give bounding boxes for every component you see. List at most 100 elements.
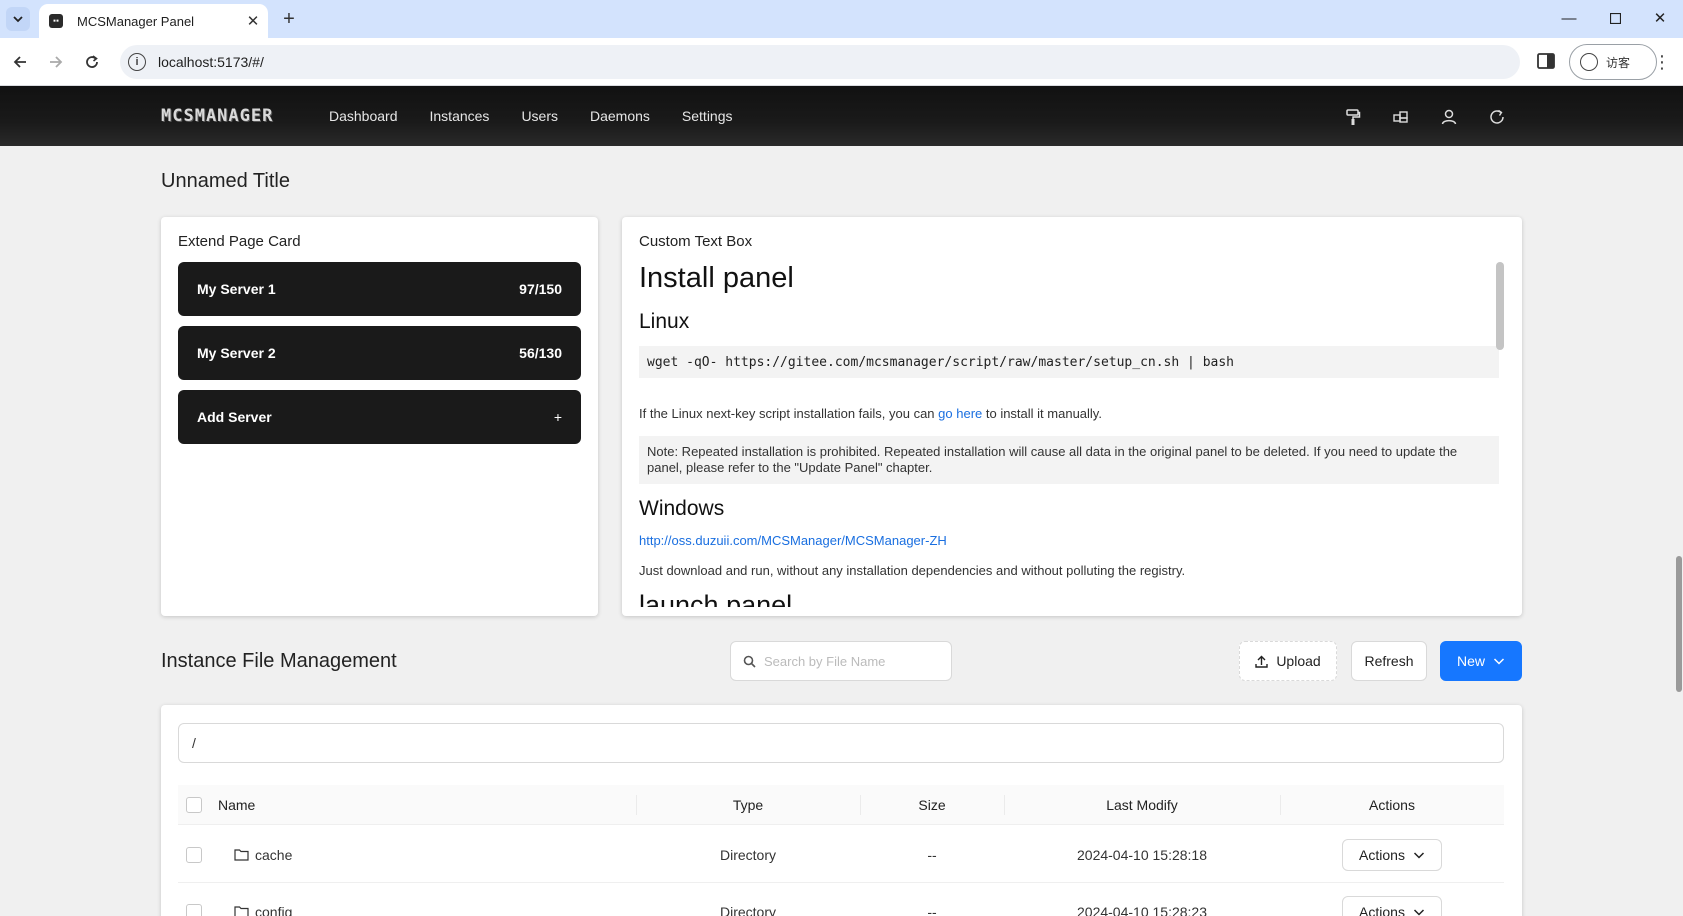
heading-launch-panel: launch panel bbox=[639, 590, 793, 607]
reload-icon bbox=[86, 55, 98, 68]
browser-tab-active[interactable]: ▪▪ MCSManager Panel ✕ bbox=[39, 4, 268, 38]
row-actions-button[interactable]: Actions bbox=[1342, 895, 1442, 916]
column-actions: Actions bbox=[1369, 797, 1415, 813]
card-title: Custom Text Box bbox=[639, 233, 753, 250]
browser-tab-strip: ▪▪ MCSManager Panel ✕ + — ✕ bbox=[0, 0, 1683, 38]
layout-edit-icon[interactable] bbox=[1392, 108, 1410, 126]
file-modified: 2024-04-10 15:28:18 bbox=[1077, 846, 1207, 863]
column-type[interactable]: Type bbox=[636, 785, 860, 825]
upload-label: Upload bbox=[1276, 653, 1321, 669]
file-name[interactable]: config bbox=[255, 904, 292, 916]
user-icon[interactable] bbox=[1440, 108, 1458, 126]
table-row[interactable]: cache Directory -- 2024-04-10 15:28:18 A… bbox=[178, 826, 1504, 883]
column-name[interactable]: Name bbox=[218, 785, 255, 825]
paragraph-text: If the Linux next-key script installatio… bbox=[639, 406, 939, 421]
browser-menu-icon[interactable]: ⋮ bbox=[1652, 50, 1672, 74]
refresh-label: Refresh bbox=[1364, 653, 1414, 669]
add-server-label: Add Server bbox=[197, 409, 272, 425]
paragraph-text: to install it manually. bbox=[982, 406, 1102, 421]
refresh-button[interactable]: Refresh bbox=[1351, 641, 1427, 681]
refresh-icon[interactable] bbox=[1488, 108, 1506, 126]
text-box-scrollbar-thumb[interactable] bbox=[1496, 262, 1504, 350]
mcsmanager-logo[interactable]: MCSMANAGER bbox=[161, 106, 273, 126]
table-header: Name Type Size Last Modify Actions bbox=[178, 785, 1504, 825]
install-command-code: wget -qO- https://gitee.com/mcsmanager/s… bbox=[639, 346, 1499, 378]
file-name[interactable]: cache bbox=[255, 847, 292, 863]
chevron-down-icon bbox=[1493, 658, 1505, 665]
file-search[interactable] bbox=[730, 641, 952, 681]
nav-settings[interactable]: Settings bbox=[682, 108, 733, 124]
card-title: Extend Page Card bbox=[178, 233, 301, 250]
page-scrollbar-track[interactable] bbox=[1675, 146, 1683, 916]
server-name: My Server 1 bbox=[197, 281, 276, 297]
server-players: 56/130 bbox=[519, 345, 562, 361]
file-size: -- bbox=[927, 846, 937, 863]
table-row[interactable]: config Directory -- 2024-04-10 15:28:23 … bbox=[178, 883, 1504, 916]
heading-windows: Windows bbox=[639, 497, 725, 520]
row-checkbox[interactable] bbox=[186, 903, 202, 916]
file-management-title: Instance File Management bbox=[161, 650, 397, 672]
server-name: My Server 2 bbox=[197, 345, 276, 361]
tab-search-button[interactable] bbox=[6, 7, 30, 31]
nav-dashboard[interactable]: Dashboard bbox=[329, 108, 398, 124]
windows-download-link[interactable]: http://oss.duzuii.com/MCSManager/MCSMana… bbox=[639, 533, 947, 548]
address-bar[interactable]: i localhost:5173/#/ bbox=[120, 45, 1520, 79]
search-icon bbox=[743, 655, 756, 668]
nav-instances[interactable]: Instances bbox=[430, 108, 490, 124]
side-panel-icon[interactable] bbox=[1535, 50, 1557, 72]
file-list-card: / Name Type Size Last Modify Actions cac… bbox=[161, 705, 1522, 916]
chevron-down-icon bbox=[1413, 851, 1424, 859]
windows-paragraph: Just download and run, without any insta… bbox=[639, 563, 1186, 578]
nav-daemons[interactable]: Daemons bbox=[590, 108, 650, 124]
upload-icon bbox=[1255, 655, 1269, 668]
url-text[interactable]: localhost:5173/#/ bbox=[158, 54, 264, 70]
new-button[interactable]: New bbox=[1440, 641, 1522, 681]
row-checkbox[interactable] bbox=[186, 846, 202, 863]
close-window-button[interactable]: ✕ bbox=[1637, 0, 1683, 36]
reload-button[interactable] bbox=[80, 50, 104, 74]
app-header: MCSMANAGER Dashboard Instances Users Dae… bbox=[0, 86, 1683, 146]
arrow-left-icon bbox=[13, 56, 26, 68]
go-here-link[interactable]: go here bbox=[938, 406, 982, 421]
maximize-window-button[interactable] bbox=[1592, 0, 1638, 36]
plus-icon: + bbox=[553, 409, 562, 425]
site-info-icon[interactable]: i bbox=[128, 53, 146, 71]
chevron-down-icon bbox=[13, 16, 23, 23]
page-scrollbar-thumb[interactable] bbox=[1676, 556, 1682, 692]
profile-button[interactable]: 访客 bbox=[1569, 44, 1657, 80]
heading-linux: Linux bbox=[639, 310, 690, 333]
forward-button[interactable] bbox=[44, 50, 68, 74]
search-input[interactable] bbox=[764, 653, 944, 669]
page-title: Unnamed Title bbox=[161, 170, 290, 192]
column-last-modify[interactable]: Last Modify bbox=[1004, 785, 1280, 825]
install-note: Note: Repeated installation is prohibite… bbox=[639, 436, 1499, 484]
path-input[interactable]: / bbox=[178, 723, 1504, 763]
server-card-1[interactable]: My Server 1 97/150 bbox=[178, 262, 581, 316]
back-button[interactable] bbox=[8, 50, 32, 74]
upload-button[interactable]: Upload bbox=[1239, 641, 1337, 681]
folder-icon bbox=[234, 906, 249, 916]
select-all-checkbox[interactable] bbox=[186, 797, 202, 813]
actions-label: Actions bbox=[1359, 903, 1405, 916]
add-server-button[interactable]: Add Server + bbox=[178, 390, 581, 444]
favicon-icon: ▪▪ bbox=[49, 14, 63, 28]
heading-install-panel: Install panel bbox=[639, 262, 794, 294]
maximize-icon bbox=[1609, 12, 1621, 24]
profile-label: 访客 bbox=[1606, 55, 1631, 70]
arrow-right-icon bbox=[50, 56, 63, 68]
server-card-2[interactable]: My Server 2 56/130 bbox=[178, 326, 581, 380]
paint-roller-icon[interactable] bbox=[1344, 108, 1362, 126]
minimize-window-button[interactable]: — bbox=[1546, 0, 1592, 36]
profile-icon bbox=[1580, 53, 1598, 71]
folder-icon bbox=[234, 849, 249, 861]
new-label: New bbox=[1456, 653, 1485, 669]
row-actions-button[interactable]: Actions bbox=[1342, 838, 1442, 871]
main-nav: Dashboard Instances Users Daemons Settin… bbox=[329, 86, 765, 146]
nav-users[interactable]: Users bbox=[521, 108, 558, 124]
install-fail-paragraph: If the Linux next-key script installatio… bbox=[639, 406, 1102, 421]
file-modified: 2024-04-10 15:28:23 bbox=[1077, 903, 1207, 916]
markdown-content: Install panel Linux wget -qO- https://gi… bbox=[639, 262, 1499, 607]
close-tab-icon[interactable]: ✕ bbox=[242, 10, 264, 32]
column-size[interactable]: Size bbox=[860, 785, 1004, 825]
new-tab-button[interactable]: + bbox=[278, 8, 300, 30]
